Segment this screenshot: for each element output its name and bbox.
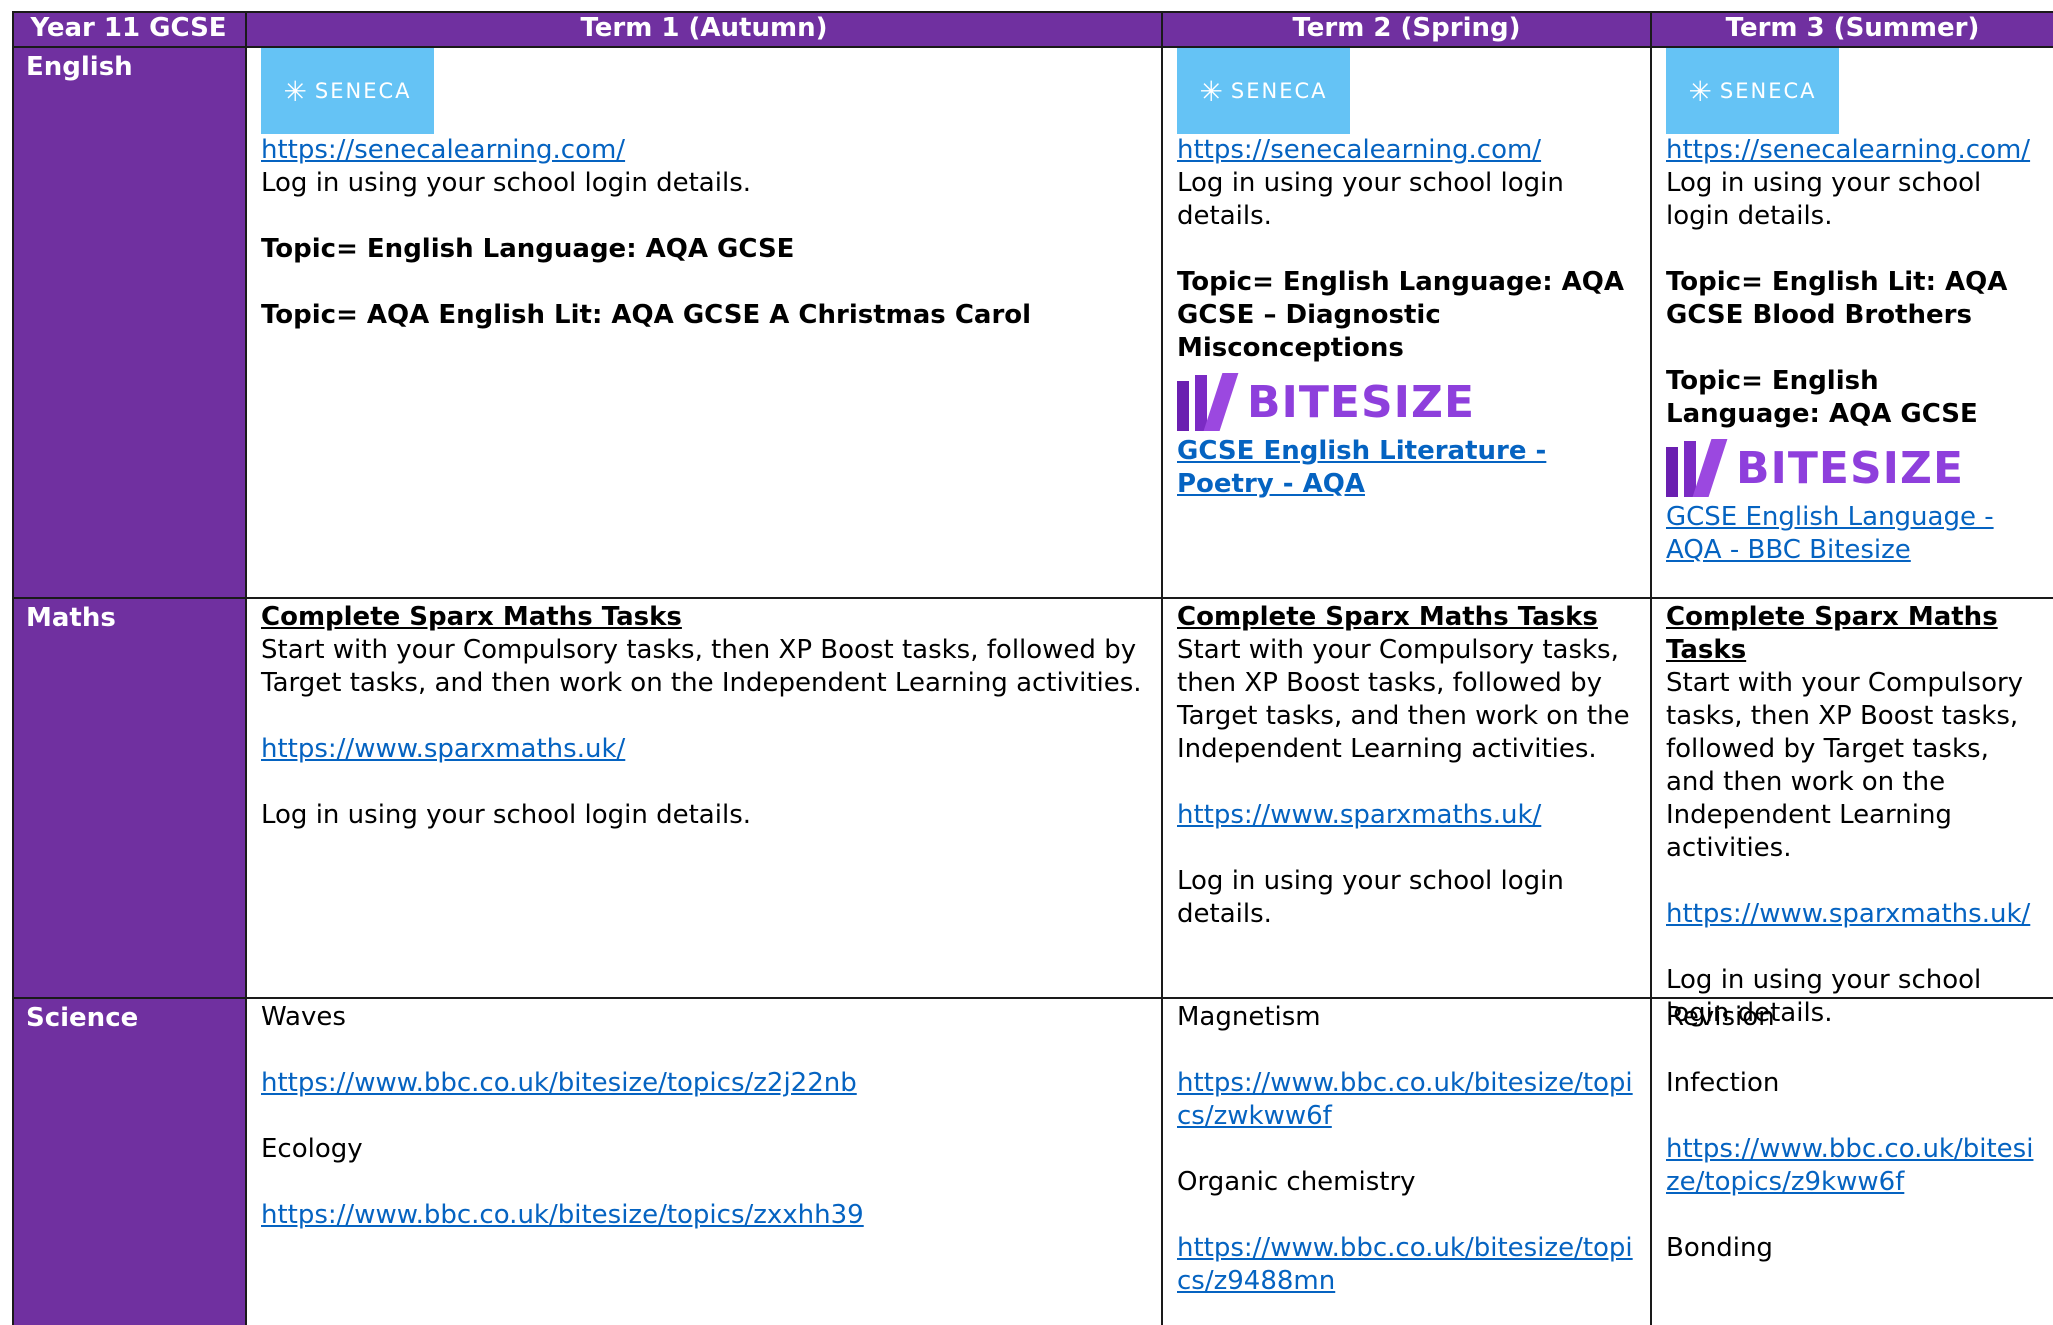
science-term2-cell: Magnetism https://www.bbc.co.uk/bitesize… xyxy=(1163,1001,1650,1298)
science-topic: Bonding xyxy=(1666,1233,1773,1263)
row-label-maths: Maths xyxy=(12,599,245,997)
bitesize-logo: BITESIZE xyxy=(1666,435,2039,501)
header-year: Year 11 GCSE xyxy=(12,11,245,46)
topic-text: Topic= English Language: AQA GCSE – Diag… xyxy=(1177,267,1624,363)
seneca-star-icon: ✳ xyxy=(283,74,307,108)
grid-line xyxy=(1161,11,1163,1325)
grid-line xyxy=(12,11,2053,13)
row-label-english: English xyxy=(12,48,245,597)
sparx-link[interactable]: https://www.sparxmaths.uk/ xyxy=(1666,899,2030,929)
topic-text: Topic= English Language: AQA GCSE xyxy=(1666,366,1978,429)
seneca-star-icon: ✳ xyxy=(1688,74,1712,108)
grid-line xyxy=(12,597,2053,599)
science-topic: Ecology xyxy=(261,1134,363,1164)
seneca-logo: ✳ SENECA xyxy=(261,48,434,134)
science-link[interactable]: https://www.bbc.co.uk/bitesize/topics/z2… xyxy=(261,1068,857,1098)
science-topic: Revision xyxy=(1666,1002,1775,1032)
english-term3-cell: ✳ SENECA https://senecalearning.com/ Log … xyxy=(1652,48,2053,567)
topic-text: Topic= AQA English Lit: AQA GCSE A Chris… xyxy=(261,300,1032,330)
science-link[interactable]: https://www.bbc.co.uk/bitesize/topics/z9… xyxy=(1666,1134,2033,1197)
maths-title: Complete Sparx Maths Tasks xyxy=(1177,602,1598,632)
english-term1-cell: ✳ SENECA https://senecalearning.com/ Log … xyxy=(247,48,1161,332)
maths-term2-cell: Complete Sparx Maths Tasks Start with yo… xyxy=(1163,601,1650,931)
seneca-link[interactable]: https://senecalearning.com/ xyxy=(1666,135,2030,165)
bitesize-logo: BITESIZE xyxy=(1177,369,1636,435)
science-topic: Infection xyxy=(1666,1068,1780,1098)
header-term2: Term 2 (Spring) xyxy=(1163,11,1650,46)
seneca-logo: ✳ SENECA xyxy=(1666,48,1839,134)
grid-line xyxy=(12,46,2053,48)
login-note: Log in using your school login details. xyxy=(1177,168,1564,231)
science-term3-cell: Revision Infection https://www.bbc.co.uk… xyxy=(1652,1001,2053,1265)
login-note: Log in using your school login details. xyxy=(261,800,752,830)
bitesize-language-link[interactable]: GCSE English Language - AQA - BBC Bitesi… xyxy=(1666,502,1994,565)
science-topic: Organic chemistry xyxy=(1177,1167,1416,1197)
maths-desc: Start with your Compulsory tasks, then X… xyxy=(1666,668,2024,863)
science-link[interactable]: https://www.bbc.co.uk/bitesize/topics/zw… xyxy=(1177,1068,1633,1131)
maths-title: Complete Sparx Maths Tasks xyxy=(1666,602,1998,665)
maths-term3-cell: Complete Sparx Maths Tasks Start with yo… xyxy=(1652,601,2053,1030)
bitesize-bars-icon xyxy=(1177,373,1239,431)
header-term3: Term 3 (Summer) xyxy=(1652,11,2053,46)
bitesize-poetry-link[interactable]: GCSE English Literature - Poetry - AQA xyxy=(1177,436,1546,499)
maths-desc: Start with your Compulsory tasks, then X… xyxy=(1177,635,1630,764)
login-note: Log in using your school login details. xyxy=(261,168,752,198)
row-label-science: Science xyxy=(12,999,245,1325)
bitesize-bars-icon xyxy=(1666,439,1728,497)
sparx-link[interactable]: https://www.sparxmaths.uk/ xyxy=(1177,800,1541,830)
science-link[interactable]: https://www.bbc.co.uk/bitesize/topics/zx… xyxy=(261,1200,864,1230)
topic-text: Topic= English Language: AQA GCSE xyxy=(261,234,795,264)
seneca-link[interactable]: https://senecalearning.com/ xyxy=(1177,135,1541,165)
maths-desc: Start with your Compulsory tasks, then X… xyxy=(261,635,1142,698)
grid-line xyxy=(1650,11,1652,1325)
seneca-star-icon: ✳ xyxy=(1199,74,1223,108)
sparx-link[interactable]: https://www.sparxmaths.uk/ xyxy=(261,734,625,764)
maths-term1-cell: Complete Sparx Maths Tasks Start with yo… xyxy=(247,601,1161,832)
header-term1: Term 1 (Autumn) xyxy=(247,11,1161,46)
grid-line xyxy=(12,11,14,1325)
seneca-logo: ✳ SENECA xyxy=(1177,48,1350,134)
topic-text: Topic= English Lit: AQA GCSE Blood Broth… xyxy=(1666,267,2008,330)
login-note: Log in using your school login details. xyxy=(1177,866,1564,929)
grid-line xyxy=(12,997,2053,999)
login-note: Log in using your school login details. xyxy=(1666,168,1982,231)
science-link[interactable]: https://www.bbc.co.uk/bitesize/topics/z9… xyxy=(1177,1233,1633,1296)
grid-line xyxy=(245,11,247,1325)
maths-title: Complete Sparx Maths Tasks xyxy=(261,602,682,632)
science-topic: Magnetism xyxy=(1177,1002,1321,1032)
science-topic: Waves xyxy=(261,1002,346,1032)
science-term1-cell: Waves https://www.bbc.co.uk/bitesize/top… xyxy=(247,1001,1161,1232)
timetable-grid: Year 11 GCSE Term 1 (Autumn) Term 2 (Spr… xyxy=(12,11,2053,1325)
english-term2-cell: ✳ SENECA https://senecalearning.com/ Log … xyxy=(1163,48,1650,501)
seneca-link[interactable]: https://senecalearning.com/ xyxy=(261,135,625,165)
